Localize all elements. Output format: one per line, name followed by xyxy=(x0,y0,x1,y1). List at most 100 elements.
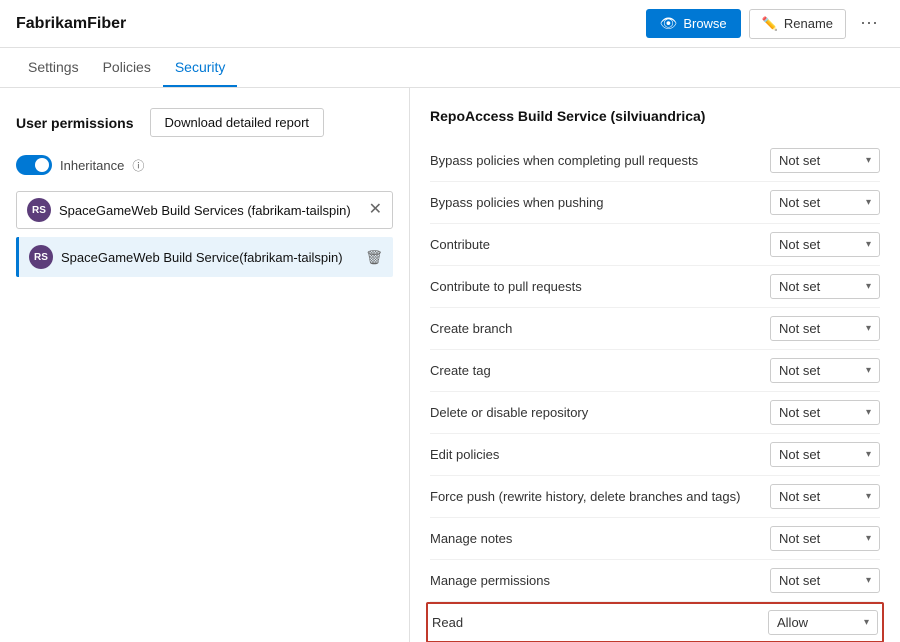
permission-select: Not set ▾ xyxy=(760,274,880,299)
permission-select: Not set ▾ xyxy=(760,526,880,551)
chevron-down-icon: ▾ xyxy=(866,533,871,544)
permission-name: Contribute xyxy=(430,237,760,252)
permission-select: Allow ▾ xyxy=(758,610,878,635)
permission-name: Bypass policies when completing pull req… xyxy=(430,153,760,168)
permission-row: Read Allow ▾ xyxy=(426,602,884,642)
chevron-down-icon: ▾ xyxy=(866,449,871,460)
permission-name: Create tag xyxy=(430,363,760,378)
permission-name: Bypass policies when pushing xyxy=(430,195,760,210)
permission-value: Not set xyxy=(779,447,820,462)
chevron-down-icon: ▾ xyxy=(864,617,869,628)
permission-select: Not set ▾ xyxy=(760,190,880,215)
permission-name: Read xyxy=(432,615,758,630)
permission-value: Not set xyxy=(779,531,820,546)
permission-value: Not set xyxy=(779,153,820,168)
permission-dropdown[interactable]: Allow ▾ xyxy=(768,610,878,635)
permission-row: Bypass policies when pushing Not set ▾ xyxy=(430,182,880,224)
inheritance-label: Inheritance xyxy=(60,158,124,173)
permission-row: Create tag Not set▾ xyxy=(430,350,880,392)
chevron-down-icon: ▾ xyxy=(866,575,871,586)
permission-dropdown[interactable]: Not set ▾ xyxy=(770,484,880,509)
permission-dropdown[interactable]: Not set ▾ xyxy=(770,190,880,215)
permission-dropdown[interactable]: Not set▾ xyxy=(770,358,880,383)
permission-select: Not set▾ xyxy=(760,232,880,257)
right-panel: RepoAccess Build Service (silviuandrica)… xyxy=(410,88,900,642)
chevron-down-icon: ▾ xyxy=(866,491,871,502)
tab-policies[interactable]: Policies xyxy=(91,49,163,87)
search-box[interactable]: RS SpaceGameWeb Build Services (fabrikam… xyxy=(16,191,393,229)
permission-value: Not set xyxy=(779,405,820,420)
clear-search-button[interactable]: ✕ xyxy=(369,202,382,218)
permission-row: Force push (rewrite history, delete bran… xyxy=(430,476,880,518)
permission-dropdown[interactable]: Not set ▾ xyxy=(770,568,880,593)
repo-access-title: RepoAccess Build Service (silviuandrica) xyxy=(430,108,880,124)
permission-select: Not set▾ xyxy=(760,358,880,383)
chevron-down-icon: ▾ xyxy=(866,323,871,334)
permission-row: Contribute to pull requests Not set ▾ xyxy=(430,266,880,308)
permission-name: Manage permissions xyxy=(430,573,760,588)
permission-row: Create branch Not set▾ xyxy=(430,308,880,350)
permission-dropdown[interactable]: Not set▾ xyxy=(770,316,880,341)
download-report-button[interactable]: Download detailed report xyxy=(150,108,325,137)
permission-dropdown[interactable]: Not set ▾ xyxy=(770,274,880,299)
left-panel-header: User permissions Download detailed repor… xyxy=(16,108,393,137)
permissions-list: Bypass policies when completing pull req… xyxy=(430,140,880,642)
rename-button[interactable]: ✏️ Rename xyxy=(749,9,846,39)
permission-row: Manage notes Not set ▾ xyxy=(430,518,880,560)
header-right: 👁 Browse ✏️ Rename ⋯ xyxy=(646,9,884,39)
inheritance-row: Inheritance ⓘ xyxy=(16,155,393,175)
permission-dropdown[interactable]: Not set ▾ xyxy=(770,526,880,551)
permission-value: Not set xyxy=(779,489,820,504)
avatar-search: RS xyxy=(27,198,51,222)
search-box-text: SpaceGameWeb Build Services (fabrikam-ta… xyxy=(59,203,351,218)
permission-value: Not set xyxy=(779,195,820,210)
list-item[interactable]: RS SpaceGameWeb Build Service(fabrikam-t… xyxy=(16,237,393,277)
tab-security[interactable]: Security xyxy=(163,49,238,87)
permission-dropdown[interactable]: Not set▾ xyxy=(770,232,880,257)
chevron-down-icon: ▾ xyxy=(866,239,871,250)
permission-name: Contribute to pull requests xyxy=(430,279,760,294)
permission-select: Not set ▾ xyxy=(760,148,880,173)
rename-icon: ✏️ xyxy=(762,16,778,32)
permission-row: Delete or disable repositoryNot set▾ xyxy=(430,392,880,434)
main-content: User permissions Download detailed repor… xyxy=(0,88,900,642)
left-panel: User permissions Download detailed repor… xyxy=(0,88,410,642)
avatar-list-item: RS xyxy=(29,245,53,269)
chevron-down-icon: ▾ xyxy=(866,197,871,208)
permission-name: Create branch xyxy=(430,321,760,336)
permission-select: Not set ▾ xyxy=(760,400,880,425)
permission-value: Allow xyxy=(777,615,808,630)
permission-row: Bypass policies when completing pull req… xyxy=(430,140,880,182)
info-icon: ⓘ xyxy=(132,157,144,174)
permission-select: Not set ▾ xyxy=(760,484,880,509)
permission-name: Force push (rewrite history, delete bran… xyxy=(430,489,760,504)
header-left: FabrikamFiber xyxy=(16,15,126,33)
tab-settings[interactable]: Settings xyxy=(16,49,91,87)
chevron-down-icon: ▾ xyxy=(866,281,871,292)
permission-value: Not set xyxy=(779,279,820,294)
permission-select: Not set ▾ xyxy=(760,568,880,593)
permission-dropdown[interactable]: Not set ▾ xyxy=(770,442,880,467)
app-title: FabrikamFiber xyxy=(16,15,126,33)
permission-select: Not set▾ xyxy=(760,316,880,341)
more-options-button[interactable]: ⋯ xyxy=(854,9,884,38)
chevron-down-icon: ▾ xyxy=(866,407,871,418)
nav-tabs: Settings Policies Security xyxy=(0,48,900,88)
permission-dropdown[interactable]: Not set ▾ xyxy=(770,400,880,425)
eye-icon: 👁 xyxy=(660,15,678,32)
list-item-label: SpaceGameWeb Build Service(fabrikam-tail… xyxy=(61,250,357,265)
browse-button[interactable]: 👁 Browse xyxy=(646,9,741,38)
header: FabrikamFiber 👁 Browse ✏️ Rename ⋯ xyxy=(0,0,900,48)
permission-select: Not set ▾ xyxy=(760,442,880,467)
inheritance-toggle[interactable] xyxy=(16,155,52,175)
permission-row: Manage permissions Not set ▾ xyxy=(430,560,880,602)
section-title: User permissions xyxy=(16,115,134,131)
permission-row: Contribute Not set▾ xyxy=(430,224,880,266)
permission-value: Not set xyxy=(779,573,820,588)
permission-value: Not set xyxy=(779,363,820,378)
permission-name: Manage notes xyxy=(430,531,760,546)
permission-dropdown[interactable]: Not set ▾ xyxy=(770,148,880,173)
delete-item-button[interactable]: 🗑 xyxy=(365,249,383,266)
permission-row: Edit policiesNot set▾ xyxy=(430,434,880,476)
chevron-down-icon: ▾ xyxy=(866,155,871,166)
